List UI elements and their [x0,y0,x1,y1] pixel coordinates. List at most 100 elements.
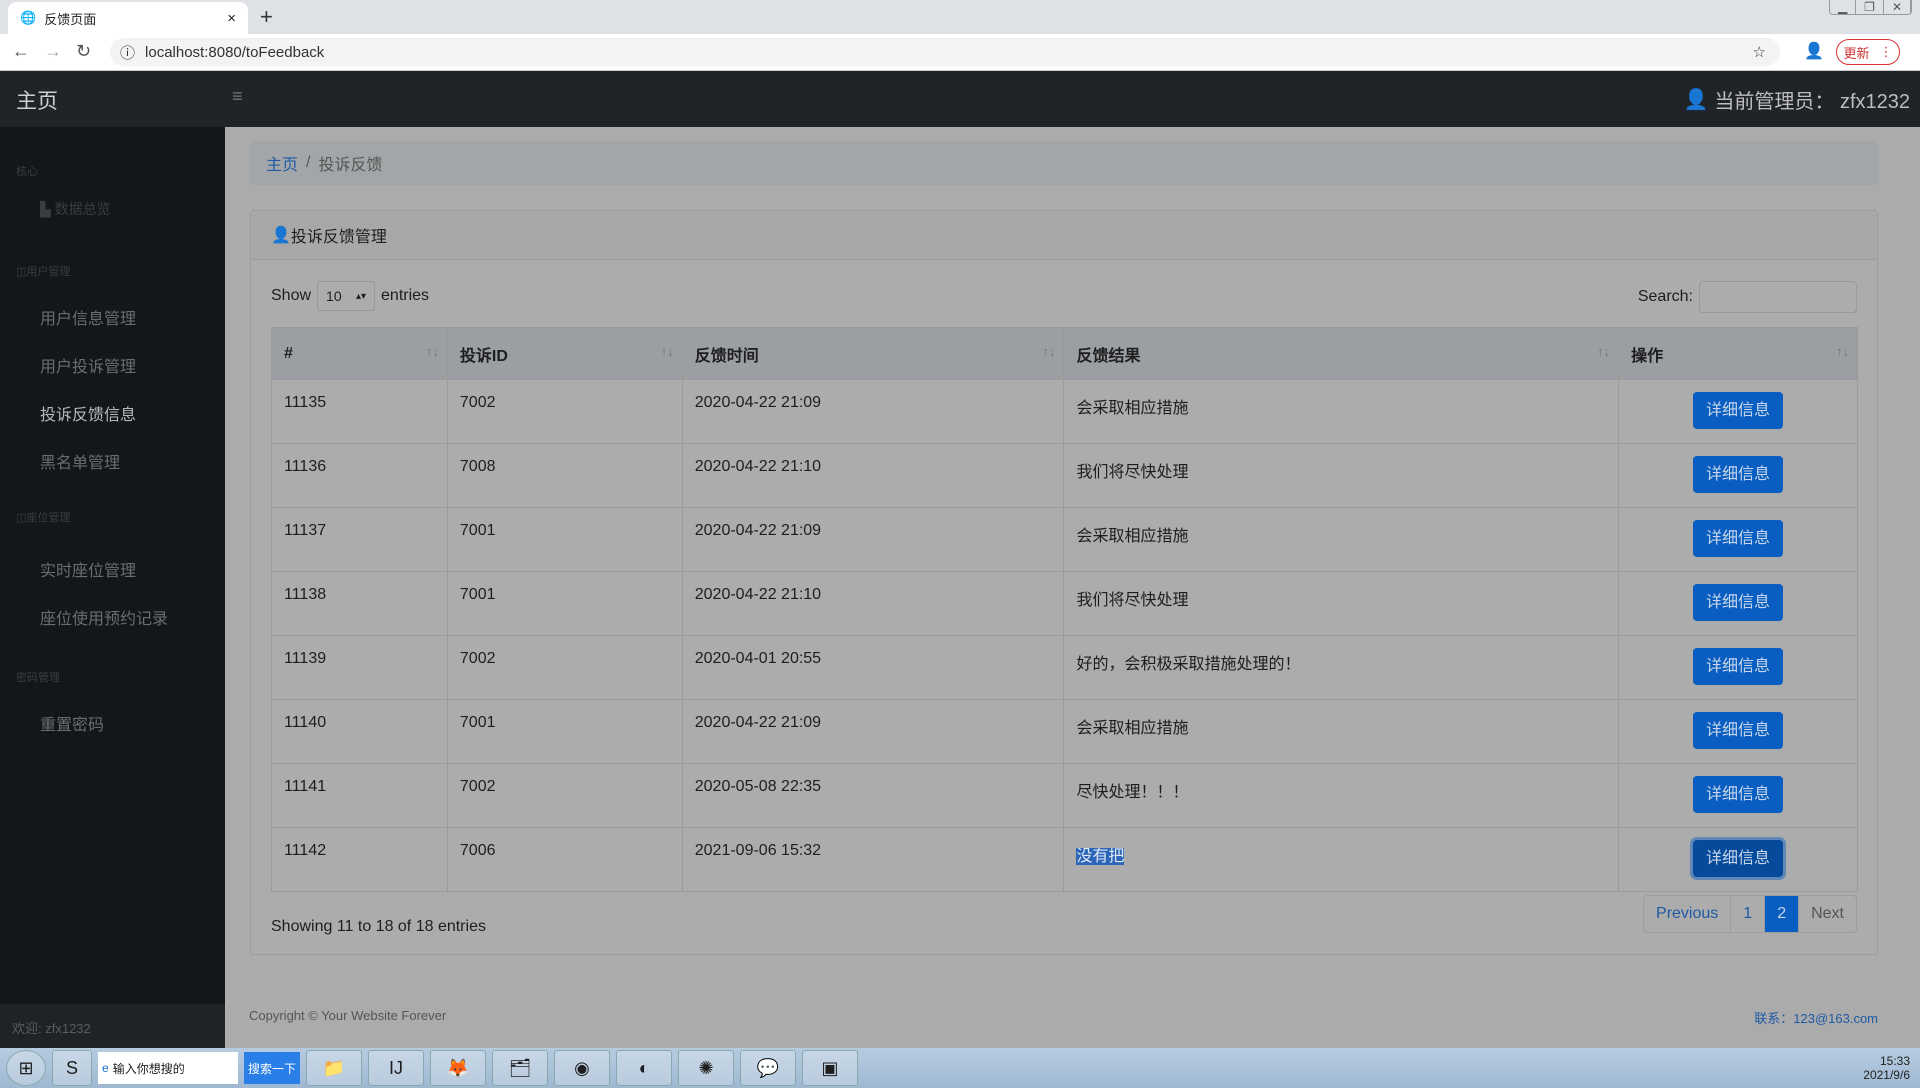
details-button[interactable]: 详细信息 [1693,584,1784,621]
sidebar-item-overview[interactable]: ▙ 数据总览 [40,199,111,219]
sidebar-item-reset-password[interactable]: 重置密码 [40,711,104,735]
page-2-button[interactable]: 2 [1765,896,1800,932]
explorer-icon[interactable]: 🗂 [492,1050,548,1086]
sidebar: 核心 ▙ 数据总览 ◫用户管理 用户信息管理 用户投诉管理 投诉反馈信息 黑名单… [0,127,225,1048]
sidebar-item-seat-records[interactable]: 座位使用预约记录 [40,605,168,629]
search-input[interactable] [1699,281,1857,313]
cell-text: 2020-04-22 21:10 [694,458,822,475]
sidebar-item-complaint-feedback[interactable]: 投诉反馈信息 [40,401,136,425]
column-header[interactable]: 操作 ↑↓ [1618,327,1858,380]
taskbar: ⊞ S e 输入你想搜的 搜索一下 📁 IJ 🦊 🗂 ◉ ◐ ✺ 💬 ▣ [0,1048,1920,1088]
forward-icon[interactable]: → [44,41,62,62]
browser-tab[interactable]: 🌐 反馈页面 × [8,2,248,34]
chart-area-icon: ▙ [40,201,55,217]
details-button[interactable]: 详细信息 [1693,840,1784,877]
cell-text: 11141 [284,778,327,795]
cell-text: 2020-04-22 21:09 [694,394,822,411]
sidebar-item-blacklist[interactable]: 黑名单管理 [40,449,120,473]
sidebar-item-realtime-seats[interactable]: 实时座位管理 [40,557,136,581]
ie-icon: e [102,1061,109,1075]
previous-page-button[interactable]: Previous [1644,896,1732,932]
update-label: 更新 [1843,45,1870,61]
column-label: 反馈结果 [1076,347,1141,365]
brand-link[interactable]: 主页 [16,85,58,115]
details-button[interactable]: 详细信息 [1693,520,1784,557]
next-page-button[interactable]: Next [1799,896,1856,932]
breadcrumb-home[interactable]: 主页 [266,151,298,175]
contact-link[interactable]: 联系：123@163.com [1754,1008,1878,1027]
details-button[interactable]: 详细信息 [1693,712,1784,749]
sidebar-item-user-complaints[interactable]: 用户投诉管理 [40,353,136,377]
chrome-icon[interactable]: ◉ [554,1050,610,1086]
column-label: # [284,344,293,362]
close-window-icon[interactable]: ✕ [1884,0,1911,14]
folder-icon[interactable]: 📁 [306,1050,362,1086]
sidebar-item-user-info[interactable]: 用户信息管理 [40,305,136,329]
table-info: Showing 11 to 18 of 18 entries [271,918,486,935]
feedback-card: 👤 投诉反馈管理 Show 10 ▴▾ entries Search: # ↑↓ 投诉I… [250,210,1878,955]
cell-text: 11136 [284,458,327,475]
column-header[interactable]: 反馈结果 ↑↓ [1063,327,1620,380]
page-length-control: Show 10 ▴▾ entries [271,281,429,311]
cell-result: 没有把 [1063,827,1620,892]
eclipse-icon[interactable]: ◐ [616,1050,672,1086]
cell-time: 2020-04-22 21:10 [681,571,1065,636]
cell-action: 详细信息 [1618,379,1858,444]
details-button[interactable]: 详细信息 [1693,456,1784,493]
minimize-icon[interactable]: ▁ [1830,0,1857,14]
wechat-icon[interactable]: 💬 [740,1050,796,1086]
new-tab-button[interactable]: + [260,4,273,30]
admin-user[interactable]: 👤 当前管理员： zfx1232 [1683,85,1910,114]
page-1-button[interactable]: 1 [1731,896,1766,932]
start-button[interactable]: ⊞ [6,1050,46,1086]
star-icon[interactable]: ☆ [1753,43,1766,61]
cell-text: 11142 [284,842,327,859]
cell-text: 2020-04-22 21:10 [694,586,822,603]
terminal-icon[interactable]: ▣ [802,1050,858,1086]
cell-time: 2020-04-22 21:09 [681,379,1065,444]
cell-no: 11141 [271,763,448,828]
column-header[interactable]: # ↑↓ [271,327,448,380]
details-button[interactable]: 详细信息 [1693,392,1784,429]
tab-title: 反馈页面 [44,11,97,27]
back-icon[interactable]: ← [12,41,30,62]
column-header[interactable]: 投诉ID ↑↓ [446,327,683,380]
cell-time: 2021-09-06 15:32 [681,827,1065,892]
cell-text: 11137 [284,522,327,539]
ubuntu-icon[interactable]: ✺ [678,1050,734,1086]
cell-cid: 7006 [446,827,683,892]
sidebar-toggle-icon[interactable]: ≡ [232,86,243,107]
table-row: 11141 7002 2020-05-08 22:35 尽快处理！！！ 详细信息 [271,763,1858,828]
reload-icon[interactable]: ↻ [76,41,91,62]
sidebar-heading: ◫用户管理 [16,266,71,278]
menu-dots-icon: ⋮ [1879,44,1893,59]
cell-cid: 7001 [446,699,683,764]
intellij-icon[interactable]: IJ [368,1050,424,1086]
table-row: 11140 7001 2020-04-22 21:09 会采取相应措施 详细信息 [271,699,1858,764]
breadcrumb-current: 投诉反馈 [318,157,383,174]
cell-no: 11138 [271,571,448,636]
firefox-icon[interactable]: 🦊 [430,1050,486,1086]
cell-text: 7002 [459,650,496,667]
cell-cid: 7002 [446,379,683,444]
cell-cid: 7001 [446,571,683,636]
column-header[interactable]: 反馈时间 ↑↓ [681,327,1065,380]
table-row: 11142 7006 2021-09-06 15:32 没有把 详细信息 [271,827,1858,892]
system-clock[interactable]: 15:33 2021/9/6 [1863,1054,1910,1082]
details-button[interactable]: 详细信息 [1693,776,1784,813]
restore-icon[interactable]: ❐ [1856,0,1884,14]
taskbar-search-input[interactable]: e 输入你想搜的 [98,1052,238,1084]
profile-icon[interactable]: 👤 [1804,41,1824,61]
app-360-icon[interactable]: S [52,1050,92,1086]
page-length-select[interactable]: 10 ▴▾ [317,281,376,311]
user-icon: 👤 [271,227,291,244]
cell-result: 会采取相应措施 [1063,699,1620,764]
page-length-value: 10 [326,288,342,304]
details-button[interactable]: 详细信息 [1693,648,1784,685]
url-input[interactable]: ⓘ localhost:8080/toFeedback ☆ [110,38,1780,66]
table-row: 11139 7002 2020-04-01 20:55 好的，会积极采取措施处理的！ 详… [271,635,1858,700]
update-button[interactable]: 更新 ⋮ [1836,39,1900,65]
cell-time: 2020-05-08 22:35 [681,763,1065,828]
close-tab-icon[interactable]: × [227,10,236,27]
taskbar-search-button[interactable]: 搜索一下 [244,1052,300,1084]
